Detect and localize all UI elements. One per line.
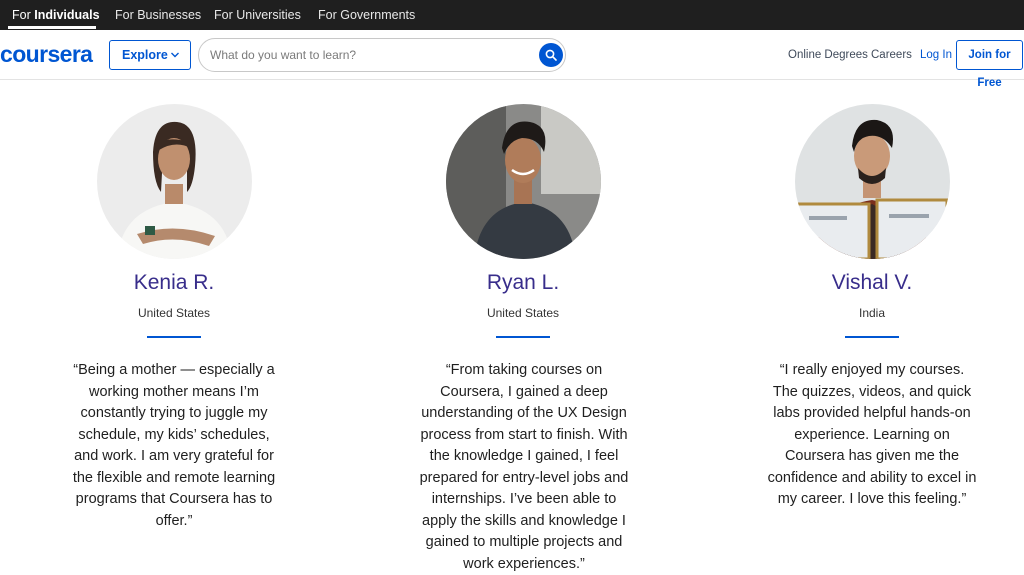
tab-for-governments[interactable]: For Governments [318,0,415,30]
avatar [97,104,252,259]
explore-label: Explore [122,48,168,62]
search-input[interactable]: What do you want to learn? [210,39,356,71]
tab-label: Individuals [34,8,100,22]
testimonial-quote: “I really enjoyed my courses. The quizze… [767,362,977,507]
search-bar[interactable]: What do you want to learn? [198,38,566,72]
site-header: coursera Explore What do you want to lea… [0,30,1024,89]
search-button[interactable] [539,43,563,67]
join-for-free-button[interactable]: Join for Free [956,40,1023,89]
testimonial-name: Vishal V. [831,271,913,294]
testimonial-location: India [858,306,886,320]
online-degrees-link[interactable]: Online Degrees [788,30,868,80]
tab-for-businesses[interactable]: For Businesses [115,0,201,30]
tab-for-universities[interactable]: For Universities [214,0,301,30]
search-icon [545,49,557,61]
careers-link[interactable]: Careers [871,30,912,80]
testimonial-name: Kenia R. [133,271,215,294]
testimonial-location: United States [137,306,211,320]
testimonial-location: United States [486,306,560,320]
testimonial-quote: “Being a mother — especially a working m… [72,362,276,529]
divider [845,336,899,338]
avatar [795,104,950,259]
coursera-logo[interactable]: coursera [0,40,93,68]
audience-bar: For Individuals For Businesses For Unive… [0,0,1024,30]
tab-prefix: For [12,8,35,22]
divider [147,336,201,338]
divider [496,336,550,338]
avatar [446,104,601,259]
testimonial-name: Ryan L. [486,271,560,294]
explore-button[interactable]: Explore [109,40,191,70]
chevron-down-icon [171,52,179,58]
login-link[interactable]: Log In [920,30,952,80]
testimonial-quote: “From taking courses on Coursera, I gain… [419,362,629,572]
active-tab-indicator [8,26,96,29]
